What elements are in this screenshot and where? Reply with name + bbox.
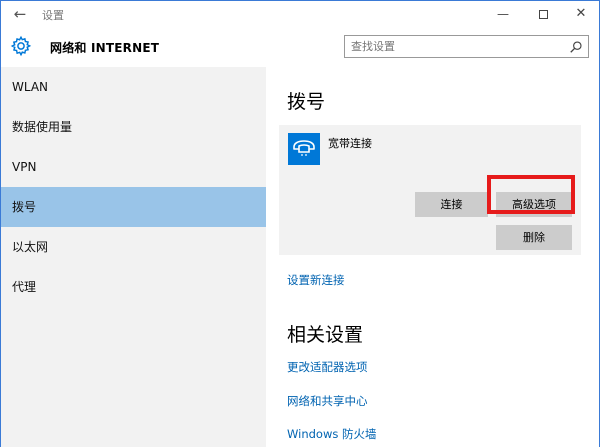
search-icon[interactable] (569, 40, 583, 54)
sidebar-item-data-usage[interactable]: 数据使用量 (1, 107, 266, 147)
gear-icon (10, 35, 32, 57)
section-title-dialup: 拨号 (287, 91, 326, 113)
page-title: 网络和 INTERNET (50, 41, 160, 55)
search-box[interactable] (344, 35, 589, 58)
main-content: 拨号 宽带连接 连接 高级选项 删除 设置新连接 相关设置 更改适配器选项 网络… (266, 67, 599, 447)
sidebar: WLAN 数据使用量 VPN 拨号 以太网 代理 (1, 67, 266, 447)
sidebar-item-vpn[interactable]: VPN (1, 147, 266, 187)
maximize-icon (538, 10, 548, 19)
close-icon: ✕ (575, 6, 587, 21)
back-arrow-icon: ← (13, 5, 27, 23)
window-title: 设置 (42, 9, 64, 22)
sidebar-item-ethernet[interactable]: 以太网 (1, 227, 266, 267)
search-input[interactable] (351, 39, 551, 54)
related-link-firewall[interactable]: Windows 防火墙 (287, 426, 377, 442)
sidebar-item-proxy[interactable]: 代理 (1, 267, 266, 307)
phone-icon (288, 133, 320, 165)
highlight-annotation (487, 175, 575, 214)
page-header: 网络和 INTERNET (1, 27, 599, 67)
related-link-adapter[interactable]: 更改适配器选项 (287, 359, 368, 375)
settings-window: ← 设置 — ✕ 网络和 INTERNET WLAN (0, 0, 600, 447)
maximize-button[interactable] (527, 3, 559, 25)
connect-button[interactable]: 连接 (415, 192, 488, 217)
sidebar-item-dialup[interactable]: 拨号 (1, 187, 266, 227)
section-title-related: 相关设置 (287, 324, 364, 346)
title-bar: ← 设置 — ✕ (1, 1, 599, 27)
close-button[interactable]: ✕ (565, 3, 597, 25)
sidebar-item-wlan[interactable]: WLAN (1, 67, 266, 107)
setup-new-connection-link[interactable]: 设置新连接 (287, 272, 345, 288)
minimize-icon: — (497, 7, 509, 21)
minimize-button[interactable]: — (487, 3, 519, 25)
delete-button[interactable]: 删除 (496, 225, 572, 250)
related-link-sharing-center[interactable]: 网络和共享中心 (287, 393, 368, 409)
back-button[interactable]: ← (9, 4, 31, 24)
connection-name: 宽带连接 (328, 137, 372, 150)
